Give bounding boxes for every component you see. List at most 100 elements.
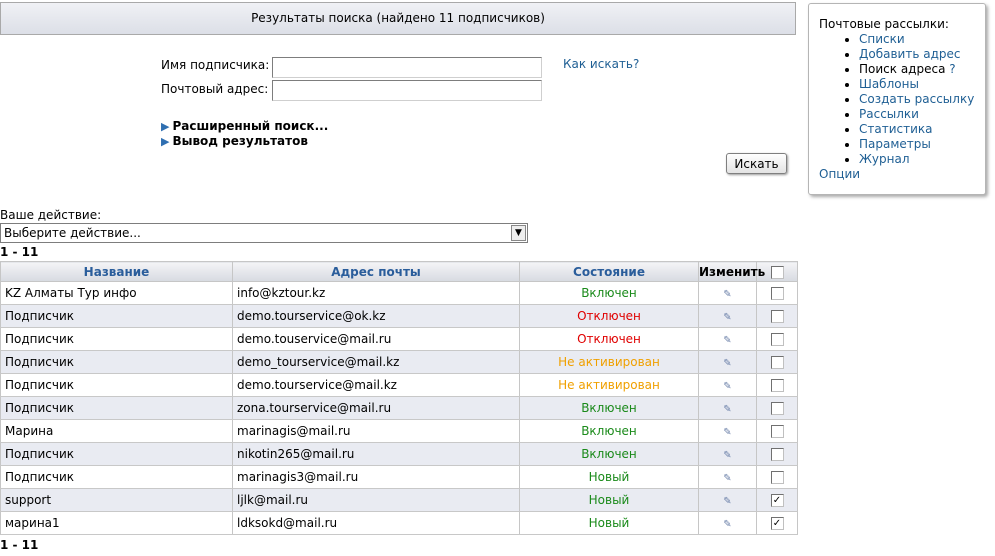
- subscriber-name-label: Имя подписчика:: [161, 58, 270, 72]
- subscriber-email: zona.tourservice@mail.ru: [232, 396, 520, 420]
- select-cell: [756, 419, 798, 443]
- menu-item-link[interactable]: Статистика: [859, 122, 933, 136]
- edit-cell: ✎: [698, 488, 757, 512]
- select-cell: [756, 442, 798, 466]
- subscriber-status: Включен: [519, 281, 699, 305]
- row-checkbox[interactable]: [770, 333, 784, 346]
- table-row: Марина marinagis@mail.ru Включен ✎: [0, 419, 798, 443]
- subscriber-email: info@kztour.kz: [232, 281, 520, 305]
- menu-item-link[interactable]: Журнал: [859, 152, 910, 166]
- menu-item[interactable]: Списки: [859, 32, 985, 47]
- pencil-icon[interactable]: ✎: [723, 473, 731, 484]
- pencil-icon[interactable]: ✎: [723, 519, 731, 530]
- menu-item[interactable]: Параметры: [859, 137, 985, 152]
- row-checkbox[interactable]: ✓: [770, 517, 784, 530]
- menu-item[interactable]: Создать рассылку: [859, 92, 985, 107]
- column-status-header[interactable]: Состояние: [519, 261, 699, 282]
- row-checkbox[interactable]: [770, 310, 784, 323]
- table-row: Подписчик nikotin265@mail.ru Включен ✎: [0, 442, 798, 466]
- table-row: марина1 ldksokd@mail.ru Новый ✎ ✓: [0, 511, 798, 535]
- table-row: Подписчик demo.tourservice@mail.kz Не акти…: [0, 373, 798, 397]
- action-select[interactable]: Выберите действие... ▼: [0, 223, 528, 243]
- email-label: Почтовый адрес:: [161, 82, 269, 96]
- pencil-icon[interactable]: ✎: [723, 404, 731, 415]
- options-link[interactable]: Опции: [819, 167, 860, 181]
- mailing-menu: Почтовые рассылки: СпискиДобавить адресП…: [808, 3, 986, 195]
- pencil-icon[interactable]: ✎: [723, 496, 731, 507]
- row-checkbox[interactable]: [770, 287, 784, 300]
- select-cell: [756, 465, 798, 489]
- subscriber-name: Подписчик: [0, 442, 233, 466]
- table-row: Подписчик demo.touservice@mail.ru Отключен…: [0, 327, 798, 351]
- email-input[interactable]: [272, 80, 542, 101]
- menu-item[interactable]: Статистика: [859, 122, 985, 137]
- triangle-down-icon[interactable]: ▼: [511, 225, 526, 241]
- column-name-header[interactable]: Название: [0, 261, 233, 282]
- how-to-search-link[interactable]: Как искать?: [563, 57, 639, 71]
- pencil-icon[interactable]: ✎: [723, 312, 731, 323]
- subscriber-name: Подписчик: [0, 327, 233, 351]
- table-header-row: Название Адрес почты Состояние Изменить: [0, 261, 798, 282]
- advanced-search-toggle[interactable]: ▶ Расширенный поиск...: [161, 119, 328, 133]
- table-body: KZ Алматы Тур инфо info@kztour.kz Включен ✎…: [0, 281, 798, 535]
- menu-title: Почтовые рассылки:: [819, 17, 949, 31]
- subscriber-name: Подписчик: [0, 350, 233, 374]
- edit-cell: ✎: [698, 465, 757, 489]
- subscriber-status: Включен: [519, 396, 699, 420]
- select-cell: [756, 396, 798, 420]
- select-cell: [756, 281, 798, 305]
- menu-item[interactable]: Рассылки: [859, 107, 985, 122]
- menu-item[interactable]: Добавить адрес: [859, 47, 985, 62]
- pencil-icon[interactable]: ✎: [723, 450, 731, 461]
- row-checkbox[interactable]: [770, 356, 784, 369]
- menu-item: Поиск адреса ?: [859, 62, 985, 77]
- column-email-header[interactable]: Адрес почты: [232, 261, 520, 282]
- select-all-checkbox[interactable]: [770, 265, 784, 279]
- subscriber-name: support: [0, 488, 233, 512]
- row-checkbox[interactable]: [770, 402, 784, 415]
- subscriber-status: Включен: [519, 419, 699, 443]
- table-row: Подписчик demo_tourservice@mail.kz Не акти…: [0, 350, 798, 374]
- subscriber-name: KZ Алматы Тур инфо: [0, 281, 233, 305]
- subscribers-table: Название Адрес почты Состояние Изменить …: [0, 261, 798, 535]
- help-link[interactable]: ?: [949, 62, 955, 76]
- menu-item[interactable]: Шаблоны: [859, 77, 985, 92]
- select-cell: ✓: [756, 511, 798, 535]
- edit-cell: ✎: [698, 511, 757, 535]
- edit-cell: ✎: [698, 442, 757, 466]
- subscriber-name: марина1: [0, 511, 233, 535]
- pencil-icon[interactable]: ✎: [723, 289, 731, 300]
- table-row: Подписчик demo.tourservice@ok.kz Отключен ✎: [0, 304, 798, 328]
- results-header: Результаты поиска (найдено 11 подписчико…: [0, 2, 796, 35]
- row-checkbox[interactable]: ✓: [770, 494, 784, 507]
- subscriber-email: ldksokd@mail.ru: [232, 511, 520, 535]
- search-button[interactable]: Искать: [726, 153, 787, 174]
- subscriber-name-input[interactable]: [272, 57, 542, 78]
- row-checkbox[interactable]: [770, 425, 784, 438]
- subscriber-status: Новый: [519, 488, 699, 512]
- edit-cell: ✎: [698, 281, 757, 305]
- menu-item-link[interactable]: Списки: [859, 32, 905, 46]
- pencil-icon[interactable]: ✎: [723, 358, 731, 369]
- output-results-toggle[interactable]: ▶ Вывод результатов: [161, 134, 308, 148]
- pencil-icon[interactable]: ✎: [723, 335, 731, 346]
- menu-item-link[interactable]: Рассылки: [859, 107, 919, 121]
- subscriber-status: Включен: [519, 442, 699, 466]
- menu-item-link[interactable]: Добавить адрес: [859, 47, 960, 61]
- menu-item-link[interactable]: Шаблоны: [859, 77, 919, 91]
- subscriber-email: ljlk@mail.ru: [232, 488, 520, 512]
- row-checkbox[interactable]: [770, 448, 784, 461]
- menu-item-label: Поиск адреса: [859, 62, 946, 76]
- subscriber-email: demo.touservice@mail.ru: [232, 327, 520, 351]
- select-cell: [756, 304, 798, 328]
- row-checkbox[interactable]: [770, 379, 784, 392]
- menu-item[interactable]: Журнал: [859, 152, 985, 167]
- edit-cell: ✎: [698, 304, 757, 328]
- row-checkbox[interactable]: [770, 471, 784, 484]
- menu-item-link[interactable]: Параметры: [859, 137, 931, 151]
- triangle-right-icon: ▶: [161, 120, 170, 133]
- pencil-icon[interactable]: ✎: [723, 427, 731, 438]
- pencil-icon[interactable]: ✎: [723, 381, 731, 392]
- menu-item-link[interactable]: Создать рассылку: [859, 92, 974, 106]
- edit-cell: ✎: [698, 350, 757, 374]
